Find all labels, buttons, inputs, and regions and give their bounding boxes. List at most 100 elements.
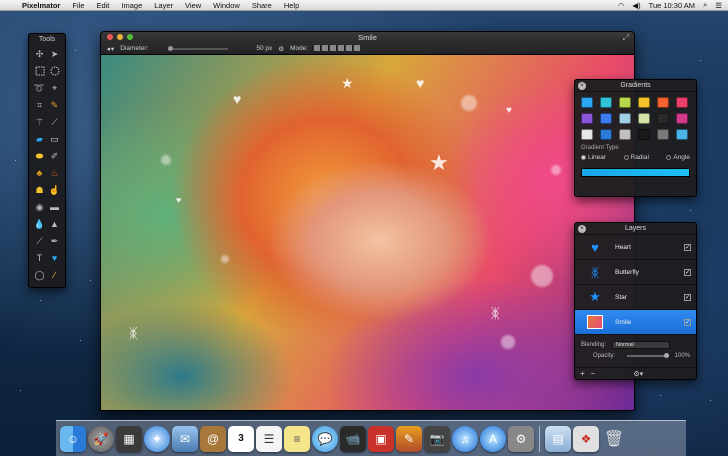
contacts-icon[interactable]: @ — [200, 425, 226, 452]
pixelmator-icon[interactable]: ✎ — [396, 425, 422, 452]
menu-view[interactable]: View — [179, 0, 207, 11]
gradient-type-radial[interactable]: Radial — [623, 154, 649, 161]
image-canvas[interactable]: ♥ ★ ★ ♥ ♥ ᛤ ♥ ᛤ — [101, 55, 634, 410]
diameter-slider[interactable] — [168, 45, 229, 51]
paint-bucket-icon[interactable]: ▰ — [33, 132, 47, 146]
move-tool-icon[interactable]: ✣ — [33, 47, 47, 61]
photos-icon[interactable]: 📷 — [424, 425, 450, 452]
app-store-icon[interactable]: A — [480, 425, 506, 452]
gradient-swatch[interactable] — [676, 97, 688, 108]
lasso-icon[interactable]: ➰ — [33, 81, 47, 95]
gradient-type-linear[interactable]: Linear — [581, 154, 606, 161]
gradient-swatch[interactable] — [657, 97, 669, 108]
layer-visibility-checkbox[interactable]: ✓ — [684, 269, 691, 276]
menu-edit[interactable]: Edit — [90, 0, 115, 11]
settings-gear-icon[interactable]: ⚙ — [278, 45, 284, 53]
close-icon[interactable]: × — [578, 225, 586, 233]
gradient-type-angle[interactable]: Angle — [666, 154, 690, 161]
finder-icon[interactable]: ☺ — [60, 425, 86, 452]
layer-visibility-checkbox[interactable]: ✓ — [684, 294, 691, 301]
gradient-swatch[interactable] — [581, 113, 593, 124]
burn-icon[interactable]: ♨ — [48, 166, 62, 180]
smudge-icon[interactable]: ☝ — [48, 183, 62, 197]
menu-file[interactable]: File — [66, 0, 90, 11]
pen-icon[interactable]: ✒ — [48, 234, 62, 248]
gradient-swatch[interactable] — [600, 97, 612, 108]
gradient-swatch[interactable] — [638, 129, 650, 140]
menu-share[interactable]: Share — [246, 0, 278, 11]
gradient-icon[interactable]: ⟋ — [33, 234, 47, 248]
window-titlebar[interactable]: Smile ⤢ — [101, 32, 634, 43]
launchpad-icon[interactable]: 🚀 — [88, 425, 114, 452]
text-tool-icon[interactable]: T — [33, 251, 47, 265]
itunes-icon[interactable]: ♫ — [452, 425, 478, 452]
layer-visibility-checkbox[interactable]: ✓ — [684, 244, 691, 251]
gradient-preview-bar[interactable] — [581, 168, 690, 177]
menu-window[interactable]: Window — [207, 0, 246, 11]
sponge-icon[interactable]: ☗ — [33, 183, 47, 197]
volume-icon[interactable]: ◀) — [632, 1, 640, 10]
gradient-swatch[interactable] — [600, 129, 612, 140]
gradient-swatch[interactable] — [600, 113, 612, 124]
magic-wand-icon[interactable]: ⚚ — [33, 115, 47, 129]
gradient-swatch[interactable] — [638, 113, 650, 124]
polygon-lasso-icon[interactable]: ⌖ — [48, 81, 62, 95]
opacity-slider[interactable] — [627, 352, 669, 358]
gradient-swatch[interactable] — [676, 129, 688, 140]
layer-settings-gear-icon[interactable]: ⚙▾ — [633, 370, 643, 378]
diameter-value[interactable]: 50 px — [256, 45, 272, 52]
notes-icon[interactable]: ≡ — [284, 425, 310, 452]
wifi-icon[interactable]: ◠ — [618, 1, 625, 10]
clock[interactable]: Tue 10:30 AM — [649, 1, 695, 10]
fullscreen-icon[interactable]: ⤢ — [623, 33, 629, 43]
gradient-swatch[interactable] — [657, 129, 669, 140]
close-icon[interactable]: × — [578, 82, 586, 90]
layer-visibility-checkbox[interactable]: ✓ — [684, 319, 691, 326]
blur-icon[interactable]: 💧 — [33, 217, 47, 231]
gradient-swatch[interactable] — [619, 113, 631, 124]
gradient-swatch[interactable] — [676, 113, 688, 124]
menu-layer[interactable]: Layer — [148, 0, 179, 11]
color-picker-icon[interactable]: ⁄ — [48, 268, 62, 282]
layer-row-butterfly[interactable]: ᛤ Butterfly ✓ — [575, 260, 696, 285]
arrow-tool-icon[interactable]: ➤ — [48, 47, 62, 61]
zoom-icon[interactable]: ◯ — [33, 268, 47, 282]
system-preferences-icon[interactable]: ⚙ — [508, 425, 534, 452]
mode-icons[interactable] — [314, 44, 362, 53]
facetime-icon[interactable]: 📹 — [340, 425, 366, 452]
ellipse-marquee-icon[interactable] — [48, 64, 62, 78]
messages-icon[interactable]: 💬 — [312, 425, 338, 452]
crop-icon[interactable]: ⌗ — [33, 98, 47, 112]
clone-icon[interactable]: ♣ — [33, 166, 47, 180]
brush-icon[interactable]: ⬬ — [33, 149, 47, 163]
downloads-stack-icon[interactable]: ❖ — [573, 425, 599, 452]
gradient-swatch[interactable] — [581, 129, 593, 140]
notification-center-icon[interactable]: ☰ — [715, 1, 722, 10]
heart-shape-icon[interactable]: ♥ — [48, 251, 62, 265]
layer-row-smile[interactable]: Smile ✓ — [575, 310, 696, 335]
gradient-swatch[interactable] — [619, 129, 631, 140]
slice-icon[interactable]: ⟋ — [48, 115, 62, 129]
eyedropper-icon[interactable]: ✎ — [48, 98, 62, 112]
safari-icon[interactable]: ✦ — [144, 425, 170, 452]
gradient-swatch[interactable] — [581, 97, 593, 108]
eraser-icon[interactable]: ▭ — [48, 132, 62, 146]
brush-preset-icon[interactable]: ●▾ — [107, 45, 114, 53]
trash-icon[interactable]: 🗑 — [601, 426, 627, 452]
mission-control-icon[interactable]: ▦ — [116, 425, 142, 452]
layer-row-star[interactable]: ★ Star ✓ — [575, 285, 696, 310]
rect-marquee-icon[interactable] — [33, 64, 47, 78]
gradient-swatch[interactable] — [638, 97, 650, 108]
menu-image[interactable]: Image — [115, 0, 148, 11]
mail-icon[interactable]: ✉ — [172, 425, 198, 452]
documents-folder-icon[interactable]: ▤ — [545, 425, 571, 452]
add-layer-icon[interactable]: + — [580, 369, 585, 378]
spotlight-icon[interactable]: ⌕ — [703, 0, 707, 10]
reminders-icon[interactable]: ☰ — [256, 425, 282, 452]
blending-select[interactable]: Normal — [612, 340, 671, 349]
calendar-icon[interactable]: 3 — [228, 425, 254, 452]
red-eye-icon[interactable]: ◉ — [33, 200, 47, 214]
menu-help[interactable]: Help — [278, 0, 305, 11]
gradient-swatch[interactable] — [657, 113, 669, 124]
remove-layer-icon[interactable]: − — [591, 369, 596, 378]
